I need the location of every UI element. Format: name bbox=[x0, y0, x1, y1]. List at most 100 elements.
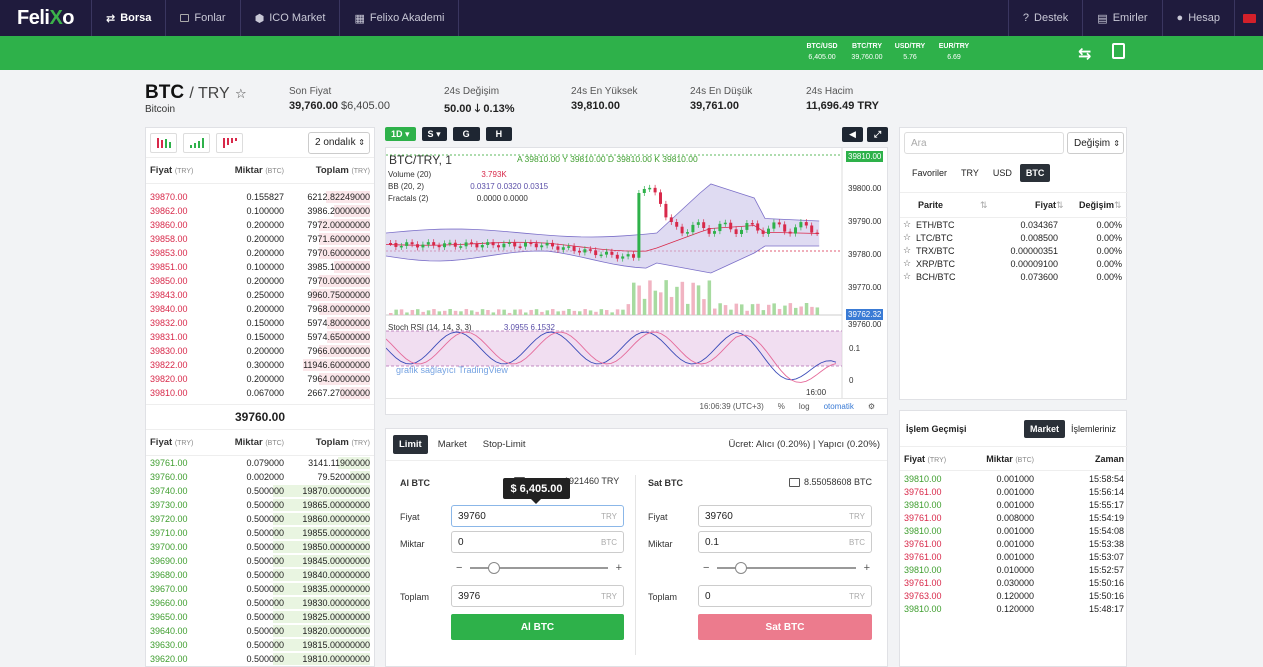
ask-row[interactable]: 39853.00 0.200000 7970.60000000 bbox=[146, 246, 374, 260]
sell-amount-slider[interactable]: − + bbox=[703, 559, 870, 577]
tab-btc[interactable]: BTC bbox=[1019, 164, 1051, 182]
minus-icon[interactable]: − bbox=[456, 562, 462, 574]
favorite-star-icon[interactable]: ☆ bbox=[900, 258, 916, 269]
bid-row[interactable]: 39630.00 0.500000 19815.00000000 bbox=[146, 638, 374, 652]
auto-toggle[interactable]: otomatik bbox=[824, 402, 854, 411]
interval-g[interactable]: G bbox=[452, 127, 480, 141]
nav-hesap[interactable]: ● Hesap bbox=[1163, 0, 1235, 36]
sort-icon[interactable]: ⇅ bbox=[980, 200, 992, 211]
decimals-select[interactable]: 2 ondalık ⇕ bbox=[308, 131, 370, 154]
plus-icon[interactable]: + bbox=[616, 562, 622, 574]
interval-s[interactable]: S ▾ bbox=[421, 127, 447, 141]
nav-borsa[interactable]: ⇄ Borsa bbox=[92, 0, 167, 36]
buy-price-input[interactable]: 39760 TRY bbox=[451, 505, 624, 527]
sort-icon[interactable]: ⇅ bbox=[1114, 200, 1126, 211]
felixo-logo[interactable]: Feli Xo bbox=[0, 0, 92, 36]
buy-amount-slider[interactable]: − + bbox=[456, 559, 622, 577]
sell-total-input[interactable]: 0 TRY bbox=[698, 585, 872, 607]
nav-akademi[interactable]: ▦ Felixo Akademi bbox=[340, 0, 460, 36]
sort-icon[interactable]: ⇅ bbox=[1056, 200, 1068, 211]
market-row[interactable]: ☆ XRP/BTC 0.00009100 0.00% bbox=[900, 257, 1128, 270]
bid-row[interactable]: 39640.00 0.500000 19820.00000000 bbox=[146, 624, 374, 638]
bid-row[interactable]: 39660.00 0.500000 19830.00000000 bbox=[146, 596, 374, 610]
buy-total-input[interactable]: 3976 TRY bbox=[451, 585, 624, 607]
sell-price-input[interactable]: 39760 TRY bbox=[698, 505, 872, 527]
favorite-star-icon[interactable]: ☆ bbox=[235, 86, 247, 101]
buy-button[interactable]: Al BTC bbox=[451, 614, 624, 640]
minus-icon[interactable]: − bbox=[703, 562, 709, 574]
market-search-input[interactable]: Ara bbox=[904, 132, 1064, 154]
ask-row[interactable]: 39851.00 0.100000 3985.10000000 bbox=[146, 260, 374, 274]
sell-amount-input[interactable]: 0.1 BTC bbox=[698, 531, 872, 553]
market-row[interactable]: ☆ ETH/BTC 0.034367 0.00% bbox=[900, 218, 1128, 231]
bid-row[interactable]: 39761.00 0.079000 3141.11900000 bbox=[146, 456, 374, 470]
market-row[interactable]: ☆ LTC/BTC 0.008500 0.00% bbox=[900, 231, 1128, 244]
ask-row[interactable]: 39810.00 0.067000 2667.27000000 bbox=[146, 386, 374, 400]
bid-row[interactable]: 39700.00 0.500000 19850.00000000 bbox=[146, 540, 374, 554]
bid-row[interactable]: 39730.00 0.500000 19865.00000000 bbox=[146, 498, 374, 512]
bid-row[interactable]: 39760.00 0.002000 79.52000000 bbox=[146, 470, 374, 484]
sound-icon[interactable]: ◀ bbox=[842, 127, 863, 142]
favorite-star-icon[interactable]: ☆ bbox=[900, 245, 916, 256]
tab-my-trades[interactable]: İşlemleriniz bbox=[1065, 420, 1122, 438]
nav-destek[interactable]: ? Destek bbox=[1007, 0, 1084, 36]
ask-row[interactable]: 39860.00 0.200000 7972.00000000 bbox=[146, 218, 374, 232]
bid-row[interactable]: 39650.00 0.500000 19825.00000000 bbox=[146, 610, 374, 624]
favorite-star-icon[interactable]: ☆ bbox=[900, 219, 916, 230]
ask-row[interactable]: 39843.00 0.250000 9960.75000000 bbox=[146, 288, 374, 302]
nav-emirler[interactable]: ▤ Emirler bbox=[1083, 0, 1163, 36]
calculator-icon[interactable] bbox=[1112, 43, 1125, 59]
bid-row[interactable]: 39720.00 0.500000 19860.00000000 bbox=[146, 512, 374, 526]
language-flag-icon[interactable] bbox=[1235, 0, 1263, 36]
slider-knob[interactable] bbox=[735, 562, 748, 574]
bid-row[interactable]: 39710.00 0.500000 19855.00000000 bbox=[146, 526, 374, 540]
ask-row[interactable]: 39822.00 0.300000 11946.60000000 bbox=[146, 358, 374, 372]
fullscreen-icon[interactable]: ⤢ bbox=[867, 127, 888, 142]
plus-icon[interactable]: + bbox=[864, 562, 870, 574]
ask-row[interactable]: 39840.00 0.200000 7968.00000000 bbox=[146, 302, 374, 316]
bid-row[interactable]: 39690.00 0.500000 19845.00000000 bbox=[146, 554, 374, 568]
tab-stop-limit[interactable]: Stop-Limit bbox=[477, 435, 532, 454]
bid-row[interactable]: 39670.00 0.500000 19835.00000000 bbox=[146, 582, 374, 596]
favorite-star-icon[interactable]: ☆ bbox=[900, 232, 916, 243]
interval-buttons: 1D ▾ S ▾ G H bbox=[385, 127, 513, 141]
tab-try[interactable]: TRY bbox=[955, 164, 985, 182]
bid-row[interactable]: 39620.00 0.500000 19810.00000000 bbox=[146, 652, 374, 666]
slider-knob[interactable] bbox=[488, 562, 501, 574]
favorite-star-icon[interactable]: ☆ bbox=[900, 271, 916, 282]
book-asks-icon[interactable] bbox=[216, 132, 243, 153]
tab-limit[interactable]: Limit bbox=[393, 435, 428, 454]
settings-gear-icon[interactable]: ⚙ bbox=[868, 402, 875, 411]
ask-row[interactable]: 39820.00 0.200000 7964.00000000 bbox=[146, 372, 374, 386]
ask-row[interactable]: 39850.00 0.200000 7970.00000000 bbox=[146, 274, 374, 288]
ask-row[interactable]: 39862.00 0.100000 3986.20000000 bbox=[146, 204, 374, 218]
percent-toggle[interactable]: % bbox=[778, 402, 785, 411]
chart-canvas[interactable]: BTC/TRY, 1 A 39810.00 Y 39810.00 D 39810… bbox=[385, 147, 888, 415]
ask-row[interactable]: 39858.00 0.200000 7971.60000000 bbox=[146, 232, 374, 246]
ask-row[interactable]: 39831.00 0.150000 5974.65000000 bbox=[146, 330, 374, 344]
market-price: 0.00009100 bbox=[1010, 258, 1058, 269]
market-row[interactable]: ☆ BCH/BTC 0.073600 0.00% bbox=[900, 270, 1128, 283]
nav-ico-market[interactable]: ⬢ ICO Market bbox=[241, 0, 341, 36]
swap-icon[interactable]: ⇆ bbox=[1078, 44, 1091, 64]
tab-market[interactable]: Market bbox=[432, 435, 473, 454]
bid-row[interactable]: 39680.00 0.500000 19840.00000000 bbox=[146, 568, 374, 582]
ask-row[interactable]: 39830.00 0.200000 7966.00000000 bbox=[146, 344, 374, 358]
sell-button[interactable]: Sat BTC bbox=[698, 614, 872, 640]
tab-usd[interactable]: USD bbox=[987, 164, 1018, 182]
market-row[interactable]: ☆ TRX/BTC 0.00000351 0.00% bbox=[900, 244, 1128, 257]
tab-history-market[interactable]: Market bbox=[1023, 419, 1065, 438]
nav-fonlar[interactable]: Fonlar bbox=[166, 0, 241, 36]
ask-row[interactable]: 39870.00 0.155827 6212.82249000 bbox=[146, 190, 374, 204]
order-amount: 0.200000 bbox=[246, 374, 284, 384]
market-sort-select[interactable]: Değişim ⇕ bbox=[1067, 132, 1124, 154]
interval-1d[interactable]: 1D ▾ bbox=[385, 127, 416, 141]
tab-favorites[interactable]: Favoriler bbox=[906, 164, 953, 182]
bid-row[interactable]: 39740.00 0.500000 19870.00000000 bbox=[146, 484, 374, 498]
log-toggle[interactable]: log bbox=[799, 402, 810, 411]
book-both-icon[interactable] bbox=[150, 132, 177, 153]
buy-amount-input[interactable]: 0 BTC bbox=[451, 531, 624, 553]
book-bids-icon[interactable] bbox=[183, 132, 210, 153]
ask-row[interactable]: 39832.00 0.150000 5974.80000000 bbox=[146, 316, 374, 330]
interval-h[interactable]: H bbox=[485, 127, 513, 141]
